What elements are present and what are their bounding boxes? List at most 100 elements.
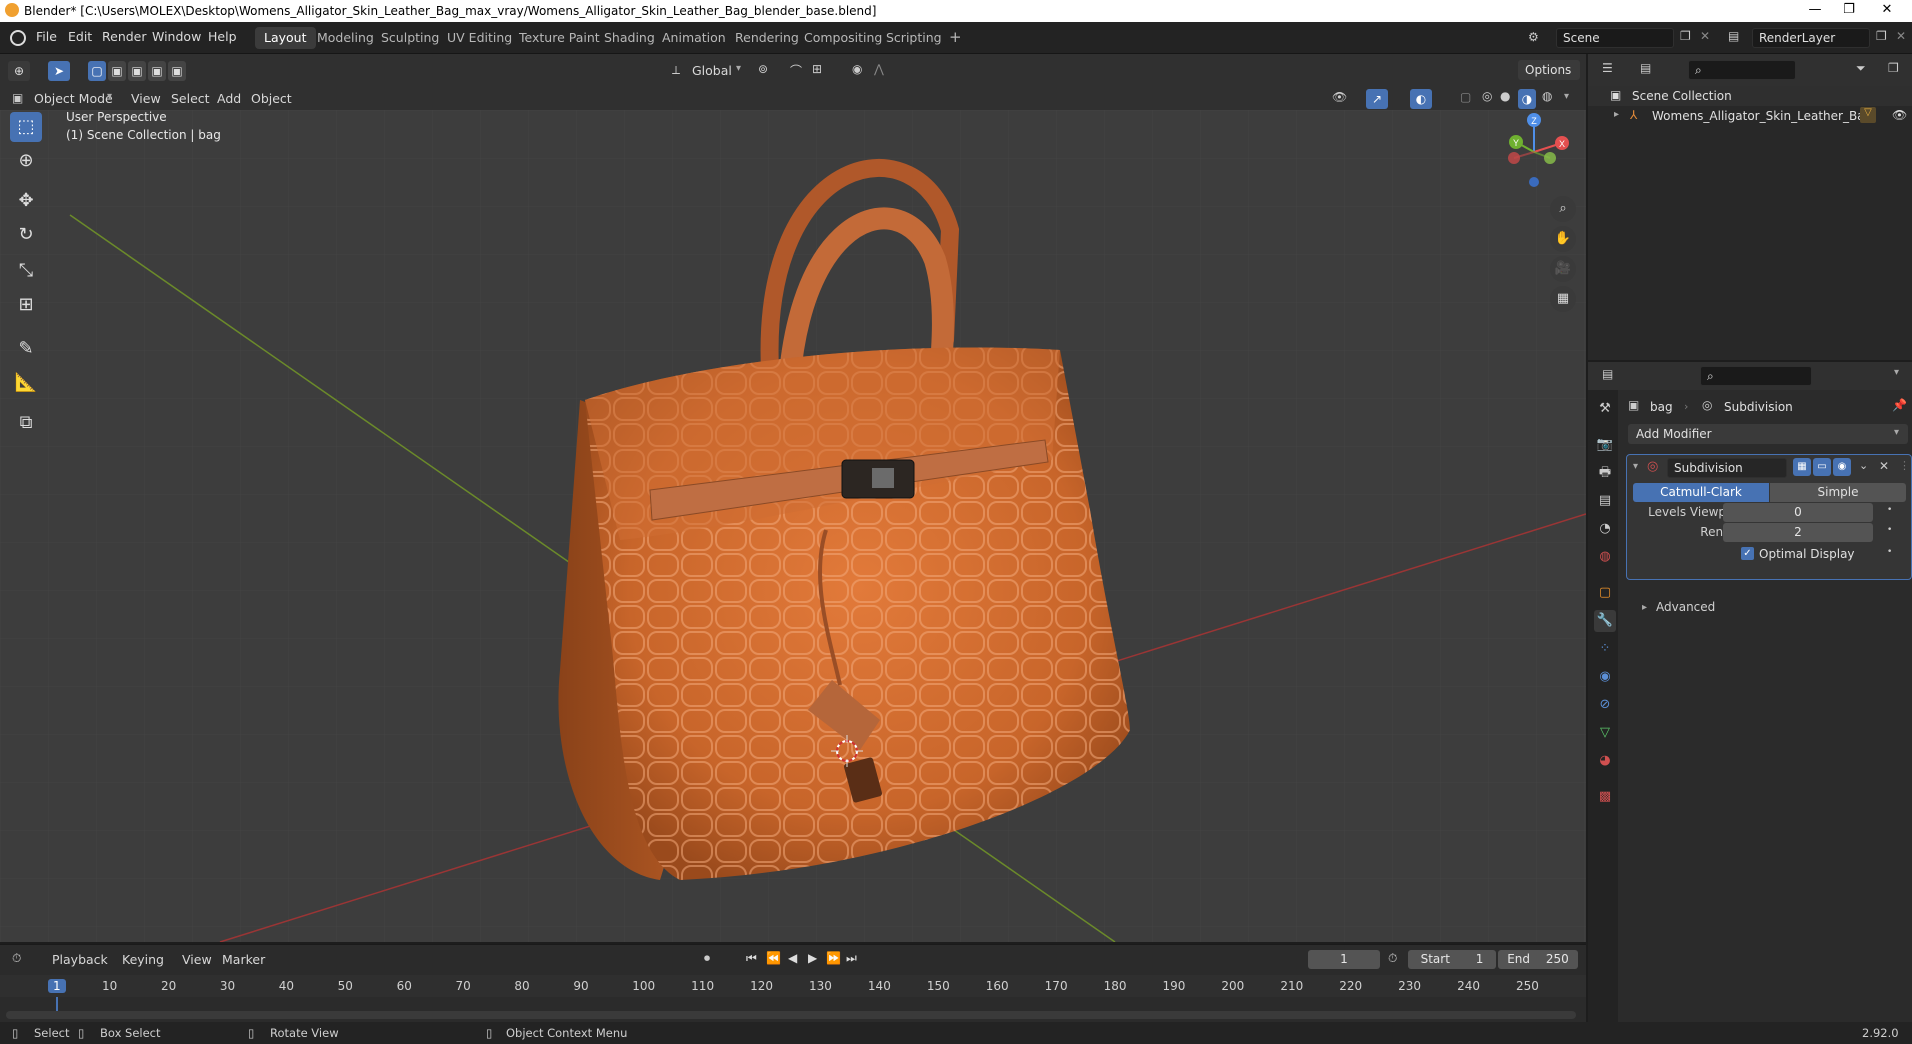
particles-tab-icon[interactable]: ⁘ [1594,638,1616,660]
tool-tab-icon[interactable]: ⚒ [1594,398,1616,420]
tab-texture-paint[interactable]: Texture Paint [510,27,609,49]
scene-remove-icon[interactable]: ✕ [1700,29,1710,43]
camera-view-icon[interactable]: 🎥 [1550,256,1576,282]
advanced-section-label[interactable]: Advanced [1656,600,1715,614]
menu-edit[interactable]: Edit [68,29,92,44]
world-tab-icon[interactable]: ◍ [1594,546,1616,568]
3d-viewport[interactable]: Z X Y User Perspective (1) Scene Collect… [0,110,1586,942]
texture-tab-icon[interactable]: ▩ [1594,786,1616,808]
levels-viewport-field[interactable]: 0 [1723,503,1873,522]
menu-view[interactable]: View [131,91,161,106]
tab-layout[interactable]: Layout [255,27,316,49]
rotate-tool-icon[interactable]: ↻ [10,220,42,250]
visibility-eye-icon[interactable]: 👁 [1892,108,1907,122]
preview-range-icon[interactable]: ⏱ [1388,951,1397,966]
render-layer-field[interactable]: RenderLayer [1752,28,1870,48]
outliner-row-object[interactable]: ▸ ⅄ Womens_Alligator_Skin_Leather_Bag ▽ … [1588,106,1912,126]
outliner-editor-type-icon[interactable]: ☰ [1602,61,1613,75]
blender-menu-icon[interactable] [10,30,26,46]
play-reverse-icon[interactable]: ◀ [788,951,797,965]
proportional-edit-icon[interactable]: ◉ [852,62,862,76]
add-workspace-icon[interactable]: + [940,27,971,49]
menu-render[interactable]: Render [102,29,147,44]
xray-icon[interactable]: ▢ [1460,90,1471,104]
select-tool-icon[interactable]: ➤ [48,61,70,81]
output-tab-icon[interactable]: 🖶 [1594,462,1616,484]
properties-editor-type-icon[interactable]: ▤ [1602,367,1613,381]
render-layer-icon[interactable]: ▤ [1728,29,1739,43]
shading-options-chevron-icon[interactable]: ▾ [1564,91,1569,102]
current-frame-field[interactable]: 1 [1308,950,1380,969]
outliner-row-scene-collection[interactable]: ▣ Scene Collection [1588,86,1912,106]
transform-orientation-icon[interactable]: ⟂ [672,63,680,78]
properties-search-input[interactable]: ⌕ [1700,366,1812,386]
viewport-toggle-icon[interactable]: ▭ [1813,458,1831,476]
new-collection-icon[interactable]: ❐ [1888,61,1899,75]
overlay-toggle-icon[interactable]: ◐ [1410,89,1432,109]
play-icon[interactable]: ▶ [808,951,817,965]
editor-type-icon[interactable]: ⊕ [8,61,30,81]
snap-icon[interactable]: ⌒ [790,62,802,79]
snap-target-icon[interactable]: ⊞ [812,62,822,76]
wireframe-shading-icon[interactable]: ◎ [1482,89,1492,103]
start-frame-field[interactable]: Start 1 [1408,950,1496,969]
animate-dot-icon[interactable]: • [1887,547,1892,557]
object-data-icon[interactable]: ▽ [1860,107,1876,123]
timeline-ruler[interactable]: 1 10 20 30 40 50 60 70 80 90 100 110 120 130 140 150 160… [0,975,1586,997]
animate-dot-icon[interactable]: • [1887,525,1892,535]
gizmo-toggle-icon[interactable]: ↗ [1366,89,1388,109]
menu-help[interactable]: Help [208,29,237,44]
material-tab-icon[interactable]: ◕ [1594,750,1616,772]
ortho-toggle-icon[interactable]: ▦ [1550,286,1576,312]
menu-file[interactable]: File [36,29,57,44]
scale-tool-icon[interactable]: ⤡ [10,256,42,286]
expand-arrow-icon[interactable]: ▸ [1614,109,1619,120]
collapse-arrow-icon[interactable]: ▾ [1633,461,1638,472]
chevron-down-icon[interactable]: ▾ [736,63,741,74]
catmull-clark-button[interactable]: Catmull-Clark [1633,483,1769,502]
solid-shading-icon[interactable]: ● [1500,89,1510,103]
properties-options-icon[interactable]: ▾ [1894,367,1899,378]
playback-menu[interactable]: Playback [52,952,108,967]
jump-start-icon[interactable]: ⏮ [746,951,757,966]
optimal-display-checkbox[interactable]: ✓ [1741,547,1754,560]
scene-name-field[interactable]: Scene [1556,28,1674,48]
pin-icon[interactable]: 📌 [1892,398,1907,412]
render-layer-remove-icon[interactable]: ✕ [1896,29,1906,43]
animate-dot-icon[interactable]: • [1887,505,1892,515]
close-icon[interactable]: ✕ [1872,2,1902,20]
modifier-menu-chevron-icon[interactable]: ⌄ [1859,459,1868,472]
physics-tab-icon[interactable]: ◉ [1594,666,1616,688]
object-tab-icon[interactable]: ▢ [1594,582,1616,604]
modifier-name-field[interactable]: Subdivision [1667,458,1787,478]
outliner-search-input[interactable]: ⌕ [1688,60,1796,80]
modifier-tab-icon[interactable]: 🔧 [1594,610,1616,632]
drag-handle-icon[interactable]: ⋮⋮ [1899,459,1912,472]
select-invert-icon[interactable]: ▣ [148,61,166,81]
display-mode-icon[interactable]: ▤ [1640,61,1651,75]
transform-tool-icon[interactable]: ⊞ [10,290,42,320]
marker-menu[interactable]: Marker [222,952,265,967]
scene-tab-icon[interactable]: ◔ [1594,518,1616,540]
select-extend-icon[interactable]: ▣ [108,61,126,81]
move-tool-icon[interactable]: ✥ [10,186,42,216]
add-modifier-button[interactable]: Add Modifier ▾ [1628,424,1908,444]
record-icon[interactable]: ⏺ [704,951,710,966]
timeline-view-menu[interactable]: View [182,952,212,967]
jump-end-icon[interactable]: ⏭ [846,951,857,966]
pan-hand-icon[interactable]: ✋ [1550,226,1576,252]
advanced-expand-icon[interactable]: ▸ [1642,602,1647,613]
keying-menu[interactable]: Keying [122,952,164,967]
restore-icon[interactable]: ❐ [1834,2,1864,20]
select-box-tool-icon[interactable]: ⬚ [10,112,42,142]
timeline-scrollbar[interactable] [6,1011,1576,1019]
edit-mode-toggle-icon[interactable]: ▦ [1793,458,1811,476]
render-layer-new-icon[interactable]: ❐ [1876,29,1887,43]
cursor-tool-icon[interactable]: ⊕ [10,146,42,176]
data-tab-icon[interactable]: ▽ [1594,722,1616,744]
view-layer-tab-icon[interactable]: ▤ [1594,490,1616,512]
object-mode-icon[interactable]: ▣ [12,91,23,105]
tab-animation[interactable]: Animation [653,27,735,49]
next-keyframe-icon[interactable]: ⏩ [826,951,841,965]
select-new-icon[interactable]: ▢ [88,61,106,81]
